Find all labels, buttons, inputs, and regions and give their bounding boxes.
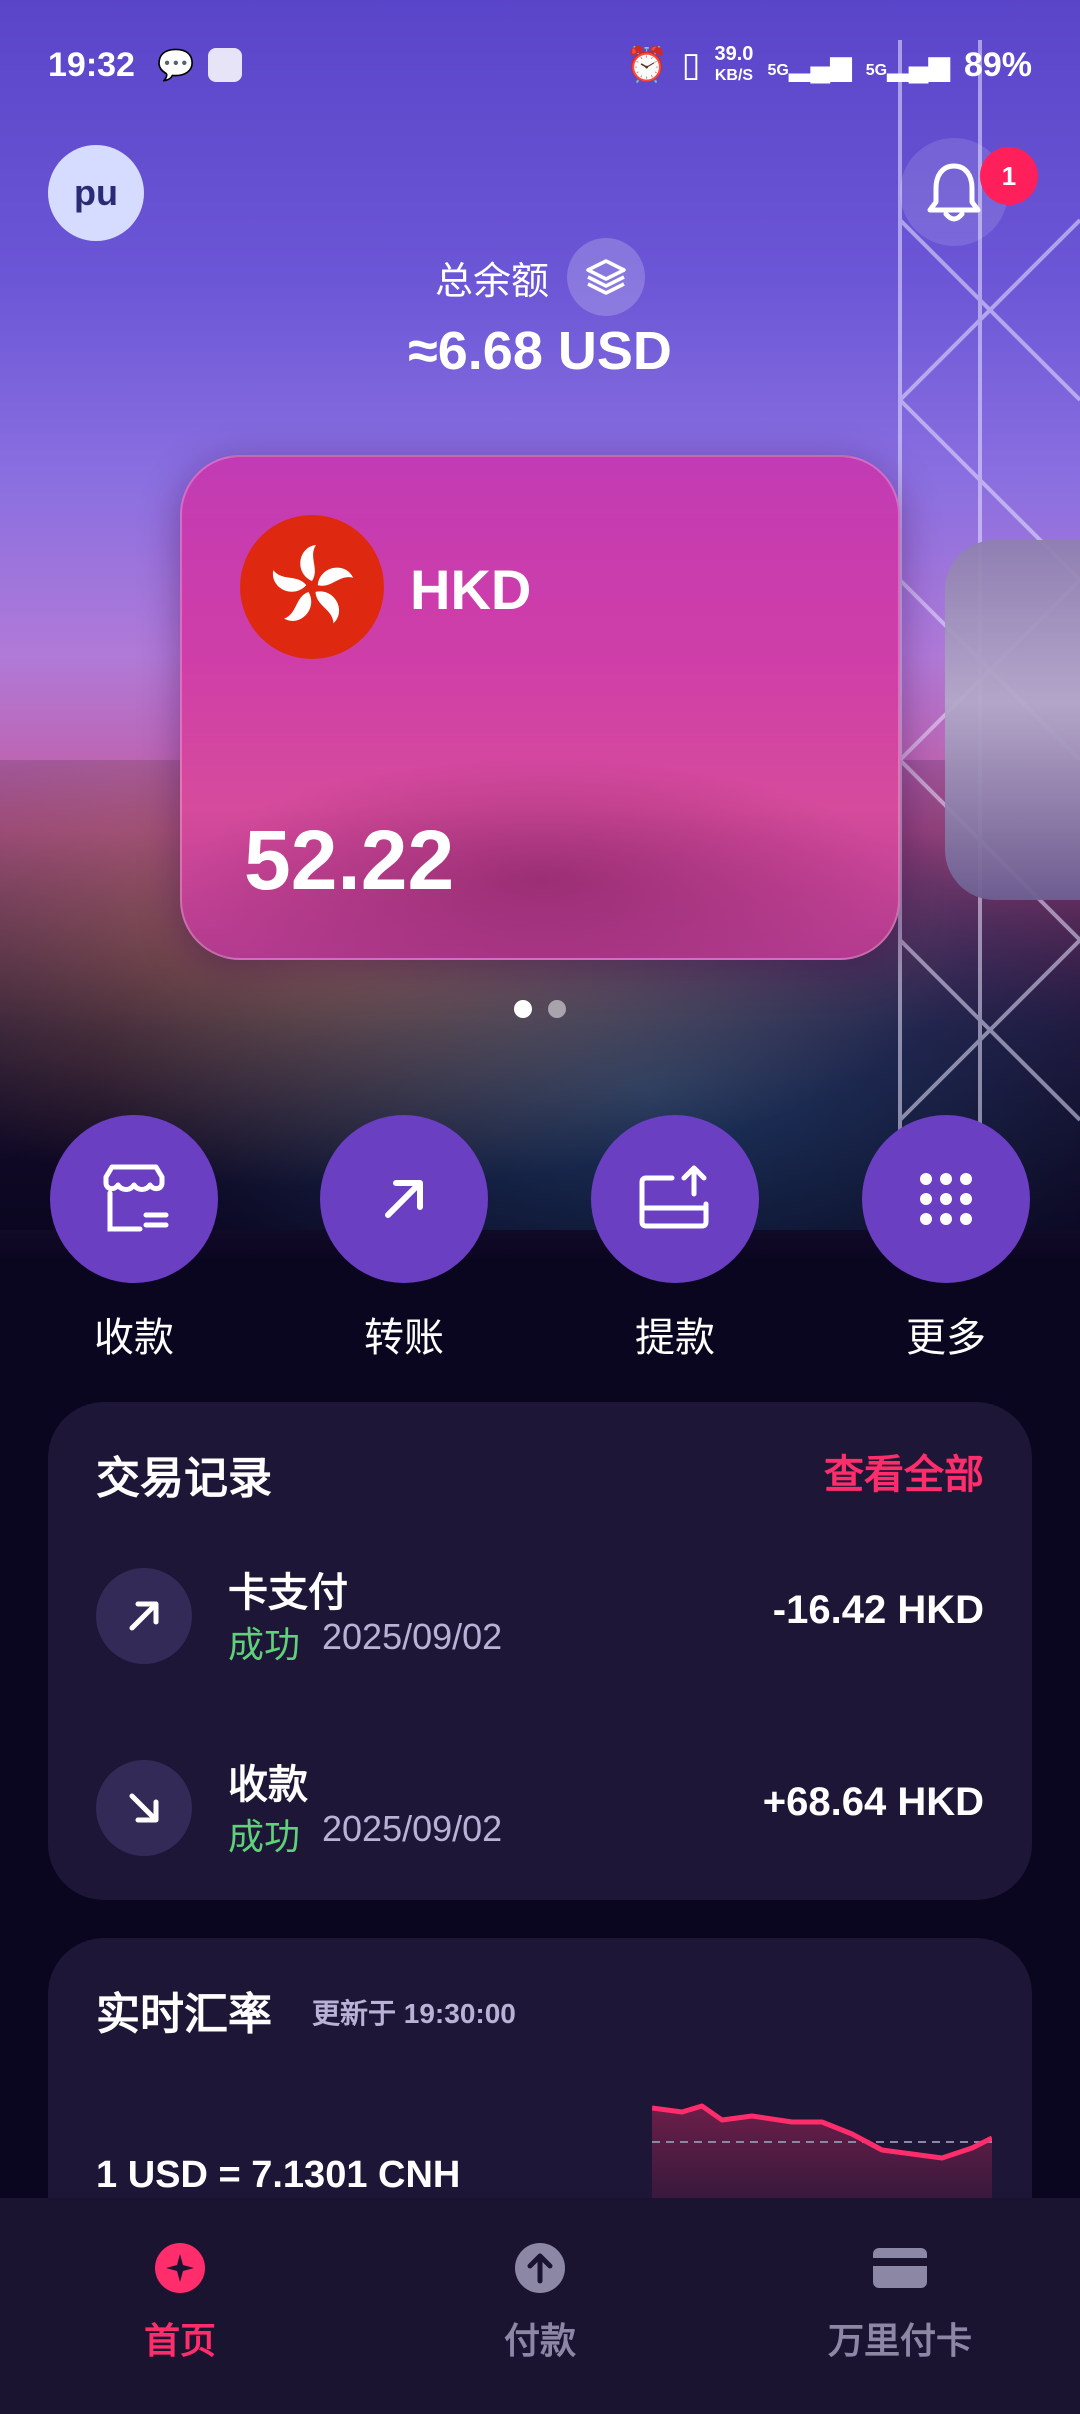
pager-dot-1[interactable] xyxy=(514,1000,532,1018)
withdraw-button[interactable]: 提款 xyxy=(590,1115,760,1363)
grid-dots-icon xyxy=(920,1173,972,1225)
pager-dot-2[interactable] xyxy=(548,1000,566,1018)
nav-pay-label: 付款 xyxy=(503,2320,576,2361)
currency-card-hkd[interactable]: HKD 52.22 xyxy=(180,455,900,960)
notification-badge: 1 xyxy=(980,147,1038,205)
total-balance-label: 总余额 xyxy=(434,260,549,303)
nav-pay[interactable]: 付款 xyxy=(390,2238,690,2364)
exchange-rate-title: 实时汇率 xyxy=(96,1990,272,2039)
avatar[interactable]: pu xyxy=(48,145,144,241)
transaction-date: 2025/09/02 xyxy=(322,1808,503,1849)
nav-card[interactable]: 万里付卡 xyxy=(750,2238,1050,2364)
transaction-row[interactable]: 卡支付 成功 2025/09/02 -16.42 HKD xyxy=(96,1560,984,1670)
receive-label: 收款 xyxy=(94,1316,174,1360)
card-icon xyxy=(870,2238,930,2298)
network-speed: 39.0 KB/S xyxy=(715,44,754,86)
exchange-rate-updated: 更新于 19:30:00 xyxy=(312,1998,516,2029)
network-type-2: 5G xyxy=(865,61,888,79)
arrow-down-right-icon xyxy=(129,1793,159,1823)
withdraw-label: 提款 xyxy=(635,1316,715,1360)
transaction-date: 2025/09/02 xyxy=(322,1616,503,1657)
transaction-name: 卡支付 xyxy=(228,1571,348,1615)
transfer-icon-circle xyxy=(320,1115,488,1283)
withdraw-icon xyxy=(639,1165,709,1229)
card-pager xyxy=(0,1000,1080,1018)
transactions-title: 交易记录 xyxy=(96,1454,272,1503)
bottom-nav: 首页 付款 万里付卡 xyxy=(0,2198,1080,2414)
total-balance-amount: ≈6.68 USD xyxy=(408,321,672,381)
home-screen: 19:32 💬 ⏰ ▯ 39.0 KB/S 5G▂▄▆ 5G▂▄▆ 89% pu… xyxy=(0,0,1080,2414)
vibrate-icon: ▯ xyxy=(681,46,701,84)
battery-level: 89% xyxy=(963,45,1032,84)
nav-card-label: 万里付卡 xyxy=(827,2320,972,2361)
network-speed-unit: KB/S xyxy=(714,67,754,84)
switch-view-button[interactable] xyxy=(567,238,645,316)
transactions-panel: 交易记录 查看全部 卡支付 成功 2025/09/02 -16.42 HKD 收… xyxy=(48,1402,1032,1900)
network-type-1: 5G xyxy=(767,61,789,79)
layers-icon xyxy=(586,259,626,295)
network-speed-value: 39.0 xyxy=(714,43,754,65)
store-receive-icon xyxy=(103,1164,169,1232)
transaction-status: 成功 xyxy=(228,1816,301,1857)
transaction-name: 收款 xyxy=(228,1763,308,1807)
status-bar: 19:32 💬 ⏰ ▯ 39.0 KB/S 5G▂▄▆ 5G▂▄▆ 89% xyxy=(0,0,1080,130)
more-icon-circle xyxy=(862,1115,1030,1283)
pay-arrow-icon xyxy=(510,2238,570,2298)
receive-icon-circle xyxy=(50,1115,218,1283)
exchange-rate-pair: 1 USD = 7.1301 CNH xyxy=(96,2154,461,2196)
arrow-up-right-icon xyxy=(385,1180,423,1218)
nav-home-label: 首页 xyxy=(143,2320,216,2361)
transaction-status: 成功 xyxy=(228,1624,301,1665)
signal-icon-1: 5G▂▄▆ xyxy=(767,49,852,81)
transaction-amount: -16.42 HKD xyxy=(772,1588,984,1632)
transaction-amount: +68.64 HKD xyxy=(762,1780,984,1824)
view-all-link[interactable]: 查看全部 xyxy=(824,1442,984,1500)
app-notification-icon xyxy=(208,48,243,82)
transfer-button[interactable]: 转账 xyxy=(319,1115,489,1363)
total-balance-row: 总余额 xyxy=(0,238,1080,316)
transaction-row[interactable]: 收款 成功 2025/09/02 +68.64 HKD xyxy=(96,1752,984,1862)
card-balance: 52.22 xyxy=(244,813,455,907)
more-label: 更多 xyxy=(906,1316,986,1360)
home-star-icon xyxy=(150,2238,210,2298)
bell-icon xyxy=(927,163,981,222)
wechat-icon: 💬 xyxy=(156,48,195,82)
status-time: 19:32 xyxy=(48,45,135,84)
bauhinia-icon xyxy=(273,545,354,624)
receive-button[interactable]: 收款 xyxy=(49,1115,219,1363)
arrow-up-right-icon xyxy=(129,1601,159,1631)
alarm-icon: ⏰ xyxy=(625,46,668,84)
transaction-icon-circle xyxy=(96,1760,192,1856)
signal-icon-2: 5G▂▄▆ xyxy=(865,49,950,81)
more-button[interactable]: 更多 xyxy=(861,1115,1031,1363)
transfer-label: 转账 xyxy=(364,1316,444,1360)
next-currency-card[interactable] xyxy=(945,540,1080,900)
transaction-icon-circle xyxy=(96,1568,192,1664)
nav-home[interactable]: 首页 xyxy=(30,2238,330,2364)
card-currency: HKD xyxy=(410,558,532,621)
hong-kong-flag-icon xyxy=(240,515,384,659)
withdraw-icon-circle xyxy=(591,1115,759,1283)
